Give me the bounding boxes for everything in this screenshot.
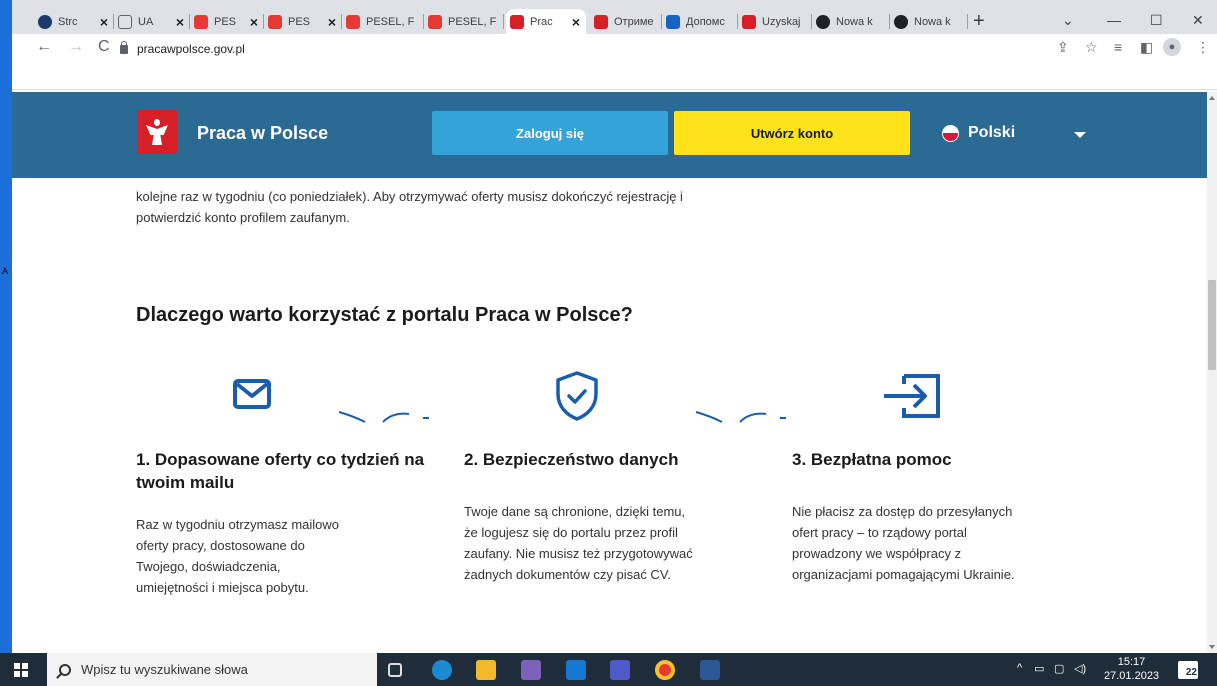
edge-icon[interactable]: [432, 660, 452, 680]
outlook-icon[interactable]: [566, 660, 586, 680]
youtube-icon: [268, 14, 282, 29]
search-placeholder: Wpisz tu wyszukiwane słowa: [81, 662, 248, 677]
desktop-edge: A: [0, 0, 12, 653]
language-selector[interactable]: Polski: [942, 124, 1015, 142]
section-title: Dlaczego warto korzystać z portalu Praca…: [136, 304, 633, 326]
scrollbar-thumb[interactable]: [1208, 280, 1216, 370]
tab-search-icon[interactable]: ⌄: [1062, 12, 1074, 29]
new-tab-button[interactable]: +: [973, 10, 985, 33]
feature-1-text: Raz w tygodniu otrzymasz mailowo oferty …: [136, 517, 340, 595]
feature-3: 3. Bezpłatna pomoc Nie płacisz za dostęp…: [792, 370, 1102, 585]
scroll-down-arrow[interactable]: [1209, 645, 1215, 649]
site-icon: [118, 14, 132, 29]
browser-toolbar: ← → C pracawpolsce.gov.pl ⇪ ☆ ≡ ◧ ● ⋮: [12, 34, 1217, 90]
brand-title[interactable]: Praca w Polsce: [197, 123, 328, 144]
windows-start-icon[interactable]: [14, 663, 28, 677]
battery-icon[interactable]: ▭: [1034, 662, 1044, 675]
tab-8[interactable]: Отриме: [590, 9, 662, 34]
close-window-button[interactable]: ✕: [1192, 12, 1204, 29]
lock-icon[interactable]: [120, 40, 128, 54]
task-view-icon[interactable]: [388, 663, 402, 677]
volume-icon[interactable]: ◁): [1074, 662, 1086, 675]
taskbar-search[interactable]: Wpisz tu wyszukiwane słowa: [47, 653, 377, 686]
search-icon: [59, 663, 71, 676]
tab-2[interactable]: UA ×: [114, 9, 190, 34]
tab-5[interactable]: PESEL, F: [342, 9, 424, 34]
back-icon[interactable]: ←: [36, 38, 52, 56]
maximize-button[interactable]: ☐: [1150, 12, 1163, 29]
login-arrow-icon: [792, 370, 1102, 422]
page-content: kolejne raz w tygodniu (co poniedziałek)…: [12, 178, 1207, 653]
file-explorer-icon[interactable]: [476, 660, 496, 680]
forward-icon[interactable]: →: [68, 38, 84, 56]
store-icon[interactable]: [521, 660, 541, 680]
tab-10[interactable]: Uzyskaj: [738, 9, 812, 34]
bookmark-star-icon[interactable]: ☆: [1085, 39, 1098, 56]
site-header: Praca w Polsce Zaloguj się Utwórz konto …: [12, 92, 1207, 178]
close-icon[interactable]: ×: [176, 14, 184, 30]
url-text: pracawpolsce.gov.pl: [137, 42, 245, 56]
minimize-button[interactable]: —: [1107, 12, 1121, 28]
chrome-taskbar-icon[interactable]: [655, 660, 675, 680]
side-panel-icon[interactable]: ◧: [1140, 39, 1153, 56]
chrome-icon: [894, 14, 908, 29]
site-icon: [38, 14, 52, 29]
close-icon[interactable]: ×: [100, 14, 108, 30]
create-account-button[interactable]: Utwórz konto: [674, 111, 910, 155]
feature-3-text: Nie płacisz za dostęp do przesyłanych of…: [792, 504, 1015, 582]
share-icon[interactable]: ⇪: [1057, 39, 1069, 56]
menu-icon[interactable]: ⋮: [1196, 39, 1210, 56]
reload-icon[interactable]: C: [98, 38, 110, 56]
close-icon[interactable]: ×: [250, 14, 258, 30]
browser-window: Strc × UA × PES × PES × PESEL, F PESEL, F Pr…: [12, 0, 1217, 653]
tab-12[interactable]: Nowa k: [890, 9, 968, 34]
eagle-icon: [594, 14, 608, 29]
windows-taskbar: Wpisz tu wyszukiwane słowa ^ ▭ ▢ ◁) 15:1…: [0, 653, 1217, 686]
scroll-up-arrow[interactable]: [1209, 96, 1215, 100]
chrome-icon: [816, 14, 830, 29]
intro-text: kolejne raz w tygodniu (co poniedziałek)…: [136, 189, 683, 225]
tab-3[interactable]: PES ×: [190, 9, 264, 34]
notification-center[interactable]: 22: [1178, 661, 1198, 679]
tab-4[interactable]: PES ×: [264, 9, 342, 34]
close-icon[interactable]: ×: [572, 14, 580, 30]
word-icon[interactable]: [700, 660, 720, 680]
close-icon[interactable]: ×: [328, 14, 336, 30]
reading-list-icon[interactable]: ≡: [1114, 39, 1122, 55]
chevron-down-icon[interactable]: [1074, 132, 1086, 138]
login-button[interactable]: Zaloguj się: [432, 111, 668, 155]
tab-active[interactable]: Prac ×: [506, 9, 586, 34]
polish-flag-icon: [942, 124, 959, 142]
youtube-icon: [194, 14, 208, 29]
tab-6[interactable]: PESEL, F: [424, 9, 504, 34]
tab-strip: Strc × UA × PES × PES × PESEL, F PESEL, F Pr…: [12, 0, 1217, 34]
connector-decoration: [338, 411, 429, 423]
feature-2-title: 2. Bezpieczeństwo danych: [464, 450, 679, 469]
eagle-icon: [510, 14, 524, 29]
feature-3-title: 3. Bezpłatna pomoc: [792, 450, 952, 469]
youtube-icon: [346, 14, 360, 29]
profile-icon[interactable]: ●: [1163, 38, 1181, 56]
tab-1[interactable]: Strc ×: [34, 9, 114, 34]
feature-2-text: Twoje dane są chronione, dzięki temu, że…: [464, 504, 693, 582]
language-label: Polski: [968, 124, 1016, 141]
network-icon[interactable]: ▢: [1054, 662, 1064, 675]
clock[interactable]: 15:17 27.01.2023: [1104, 655, 1159, 683]
address-bar[interactable]: pracawpolsce.gov.pl: [120, 38, 1020, 60]
tab-9[interactable]: Допомс: [662, 9, 738, 34]
teams-icon[interactable]: [610, 660, 630, 680]
page-scrollbar[interactable]: [1207, 92, 1217, 653]
tray-chevron-icon[interactable]: ^: [1017, 662, 1022, 674]
eagle-icon: [742, 14, 756, 29]
feature-1-title: 1. Dopasowane oferty co tydzień na twoim…: [136, 450, 425, 492]
tab-11[interactable]: Nowa k: [812, 9, 890, 34]
connector-decoration: [695, 411, 786, 423]
site-icon: [666, 14, 680, 29]
eagle-logo-icon[interactable]: [137, 110, 177, 154]
youtube-icon: [428, 14, 442, 29]
